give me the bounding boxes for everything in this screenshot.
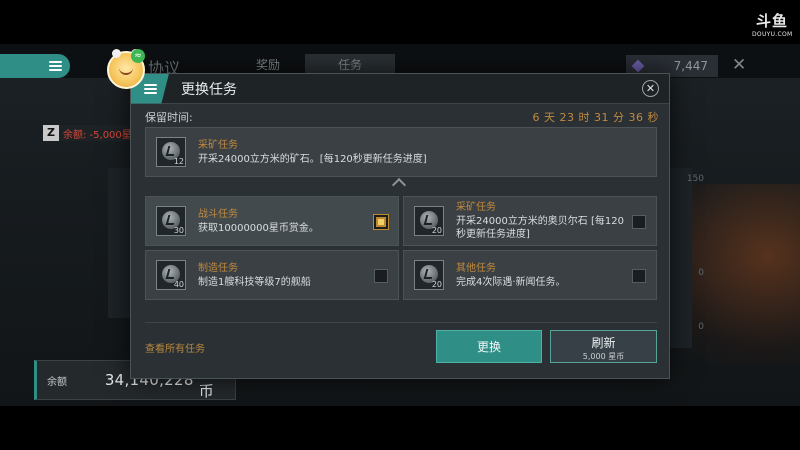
chevron-up-icon — [391, 177, 407, 193]
background-close-icon[interactable]: ✕ — [732, 55, 746, 75]
close-icon[interactable]: ✕ — [642, 80, 659, 97]
wifi-icon: ≈ — [131, 49, 145, 63]
keep-time-row: 保留时间: 6 天 23 时 31 分 36 秒 — [145, 109, 659, 125]
mining-task-icon: 20 — [414, 206, 444, 236]
currency-value: 7,447 — [673, 59, 708, 73]
task-description: 制造1艘科技等级7的舰船 — [198, 276, 311, 288]
douyu-watermark: 斗鱼 DOUYU.COM — [752, 10, 792, 38]
side-number: 0 — [698, 322, 704, 332]
task-level: 30 — [173, 226, 184, 235]
task-choice-manufacturing[interactable]: 40 制造任务 制造1艘科技等级7的舰船 — [145, 250, 399, 300]
task-level: 40 — [173, 280, 184, 289]
other-task-icon: 20 — [414, 260, 444, 290]
task-choice-other[interactable]: 20 其他任务 完成4次际遇·新闻任务。 — [403, 250, 657, 300]
task-level: 20 — [431, 280, 442, 289]
task-level: 12 — [173, 157, 184, 166]
menu-icon — [143, 83, 157, 94]
balance-label: 余额 — [47, 376, 67, 388]
dialog-header: 更换任务 ✕ — [131, 73, 669, 104]
task-checkbox[interactable] — [632, 215, 646, 229]
replace-button[interactable]: 更换 — [436, 330, 542, 363]
watermark-brand: 斗鱼 — [755, 12, 788, 30]
task-checkbox[interactable] — [374, 269, 388, 283]
task-description: 开采24000立方米的奥贝尔石 [每120秒更新任务进度] — [456, 216, 624, 240]
main-menu-button[interactable] — [0, 54, 70, 78]
z-badge-icon: Z — [43, 125, 59, 141]
refresh-cost: 5,000 星币 — [582, 352, 625, 361]
task-type: 其他任务 — [456, 262, 496, 274]
combat-task-icon: 30 — [156, 206, 186, 236]
task-type: 制造任务 — [198, 262, 238, 274]
task-description: 获取10000000星币赏金。 — [198, 222, 319, 234]
side-number: 150 — [686, 174, 704, 184]
current-task-card: 12 采矿任务 开采24000立方米的矿石。[每120秒更新任务进度] — [145, 127, 657, 177]
task-description: 完成4次际遇·新闻任务。 — [456, 276, 566, 288]
keep-time-countdown: 6 天 23 时 31 分 36 秒 — [532, 111, 659, 124]
side-number: 0 — [698, 268, 704, 278]
gem-icon — [631, 59, 645, 73]
task-type: 采矿任务 — [198, 139, 238, 151]
task-description: 开采24000立方米的矿石。[每120秒更新任务进度] — [198, 153, 427, 165]
view-all-tasks-link[interactable]: 查看所有任务 — [145, 340, 205, 355]
task-level: 20 — [431, 226, 442, 235]
task-checkbox[interactable] — [632, 269, 646, 283]
task-type: 战斗任务 — [198, 208, 238, 220]
menu-icon — [49, 61, 62, 71]
divider — [145, 322, 657, 323]
manufacturing-task-icon: 40 — [156, 260, 186, 290]
replace-task-dialog: 更换任务 ✕ 保留时间: 6 天 23 时 31 分 36 秒 12 采矿任务 … — [130, 73, 670, 379]
task-type: 采矿任务 — [456, 202, 496, 213]
task-choices: 30 战斗任务 获取10000000星币赏金。 20 采矿任务 开采24000立… — [145, 196, 657, 300]
watermark-url: DOUYU.COM — [752, 31, 793, 38]
refresh-button[interactable]: 刷新 5,000 星币 — [550, 330, 657, 363]
mining-task-icon: 12 — [156, 137, 186, 167]
task-choice-combat[interactable]: 30 战斗任务 获取10000000星币赏金。 — [145, 196, 399, 246]
refresh-label: 刷新 — [591, 336, 616, 350]
dialog-title: 更换任务 — [181, 81, 237, 98]
task-checkbox[interactable] — [374, 215, 388, 229]
keep-time-label: 保留时间: — [145, 111, 193, 124]
side-panel-right — [668, 168, 692, 348]
task-choice-mining[interactable]: 20 采矿任务 开采24000立方米的奥贝尔石 [每120秒更新任务进度] — [403, 196, 657, 246]
